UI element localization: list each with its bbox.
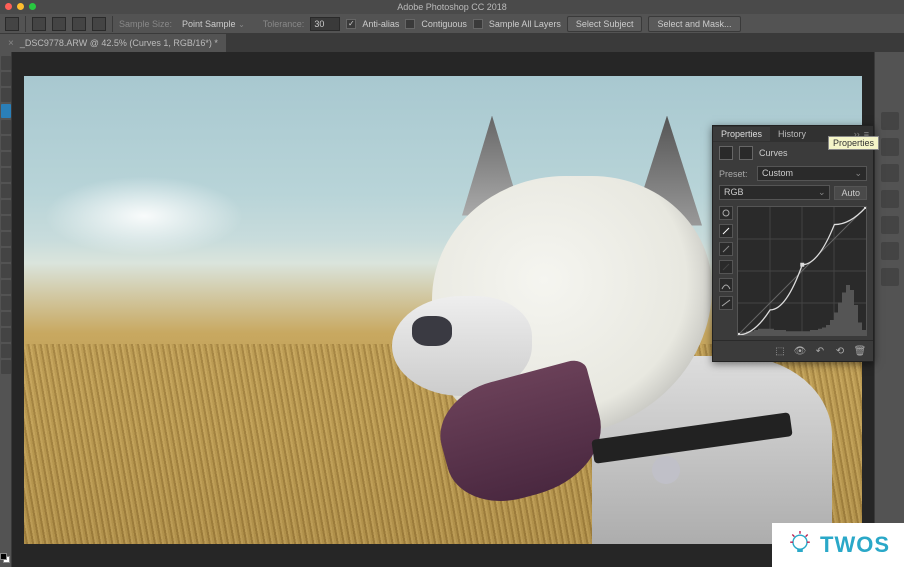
delete-adjustment-icon[interactable]: 🗑 [853, 345, 867, 357]
select-and-mask-button[interactable]: Select and Mask... [648, 16, 740, 32]
path-selection-tool-icon[interactable] [1, 312, 11, 326]
titlebar: Adobe Photoshop CC 2018 [0, 0, 904, 14]
curves-adjustment-icon[interactable] [719, 146, 733, 160]
magic-wand-tool-icon[interactable] [1, 104, 11, 118]
swatches-panel-icon[interactable] [881, 164, 899, 182]
white-point-eyedropper-icon[interactable] [719, 224, 733, 238]
app-title: Adobe Photoshop CC 2018 [397, 2, 507, 12]
move-tool-icon[interactable] [1, 56, 11, 70]
preset-select[interactable]: Custom⌄ [757, 166, 867, 181]
options-bar: Sample Size: Point Sample ⌄ Tolerance: ✓… [0, 14, 904, 34]
document-tab-bar: × _DSC9778.ARW @ 42.5% (Curves 1, RGB/16… [0, 34, 904, 52]
channel-select[interactable]: RGB⌄ [719, 185, 830, 200]
auto-button[interactable]: Auto [834, 186, 867, 200]
curves-body [713, 202, 873, 340]
color-panel-icon[interactable] [881, 138, 899, 156]
chevron-down-icon: ⌄ [238, 20, 245, 29]
channels-panel-icon[interactable] [881, 242, 899, 260]
adjustment-type-label: Curves [759, 148, 788, 158]
chevron-down-icon: ⌄ [818, 187, 826, 198]
tooltip: Properties [828, 136, 879, 150]
marquee-tool-icon[interactable] [1, 72, 11, 86]
antialias-label: Anti-alias [362, 19, 399, 29]
preset-row: Preset: Custom⌄ [713, 164, 873, 183]
tab-properties[interactable]: Properties [713, 127, 770, 141]
all-layers-label: Sample All Layers [489, 19, 561, 29]
sample-size-select[interactable]: Point Sample ⌄ [178, 18, 257, 30]
all-layers-checkbox[interactable] [473, 19, 483, 29]
zoom-tool-icon[interactable] [1, 360, 11, 374]
tools-panel [0, 52, 12, 567]
layers-panel-icon[interactable] [881, 216, 899, 234]
document-tab-title: _DSC9778.ARW @ 42.5% (Curves 1, RGB/16*)… [20, 38, 218, 48]
close-tab-icon[interactable]: × [8, 38, 14, 49]
preset-label: Preset: [719, 169, 753, 179]
select-subject-button[interactable]: Select Subject [567, 16, 643, 32]
pen-tool-icon[interactable] [1, 280, 11, 294]
curve-tools [719, 206, 733, 336]
chevron-down-icon: ⌄ [854, 168, 862, 179]
edit-points-icon[interactable] [719, 278, 733, 292]
maximize-window-icon[interactable] [29, 3, 36, 10]
contiguous-label: Contiguous [421, 19, 467, 29]
targeted-adjustment-icon[interactable] [719, 206, 733, 220]
color-swatches[interactable] [0, 553, 10, 563]
curves-line[interactable] [738, 207, 866, 335]
close-window-icon[interactable] [5, 3, 12, 10]
eraser-tool-icon[interactable] [1, 216, 11, 230]
magic-wand-tool-icon[interactable] [5, 17, 19, 31]
black-point-eyedropper-icon[interactable] [719, 260, 733, 274]
history-brush-tool-icon[interactable] [1, 200, 11, 214]
healing-brush-tool-icon[interactable] [1, 152, 11, 166]
tolerance-label: Tolerance: [263, 19, 305, 29]
history-panel-icon[interactable] [881, 112, 899, 130]
lasso-tool-icon[interactable] [1, 88, 11, 102]
window-controls [5, 3, 36, 10]
reset-adjustment-icon[interactable]: ⟲ [833, 345, 847, 357]
clone-stamp-tool-icon[interactable] [1, 184, 11, 198]
antialias-checkbox[interactable]: ✓ [346, 19, 356, 29]
right-panel-dock [874, 52, 904, 567]
toggle-visibility-icon[interactable]: 👁 [793, 345, 807, 357]
sample-size-label: Sample Size: [119, 19, 172, 29]
channel-row: RGB⌄ Auto [713, 183, 873, 202]
foreground-color-swatch[interactable] [0, 553, 7, 560]
separator [112, 16, 113, 32]
type-tool-icon[interactable] [1, 296, 11, 310]
hand-tool-icon[interactable] [1, 344, 11, 358]
view-previous-state-icon[interactable]: ↶ [813, 345, 827, 357]
tab-history[interactable]: History [770, 127, 814, 141]
panel-footer: ⬚ 👁 ↶ ⟲ 🗑 [713, 340, 873, 361]
document-tab[interactable]: × _DSC9778.ARW @ 42.5% (Curves 1, RGB/16… [0, 34, 226, 52]
selection-add-icon[interactable] [52, 17, 66, 31]
properties-panel[interactable]: Properties History ›› ≡ Properties Curve… [712, 125, 874, 362]
selection-subtract-icon[interactable] [72, 17, 86, 31]
paths-panel-icon[interactable] [881, 268, 899, 286]
blur-tool-icon[interactable] [1, 248, 11, 262]
crop-tool-icon[interactable] [1, 120, 11, 134]
watermark: TWOS [772, 523, 904, 567]
separator [25, 16, 26, 32]
lightbulb-icon [786, 531, 814, 559]
image-content [44, 176, 244, 256]
tolerance-input[interactable] [310, 17, 340, 31]
draw-curve-icon[interactable] [719, 296, 733, 310]
contiguous-checkbox[interactable] [405, 19, 415, 29]
selection-intersect-icon[interactable] [92, 17, 106, 31]
minimize-window-icon[interactable] [17, 3, 24, 10]
dodge-tool-icon[interactable] [1, 264, 11, 278]
adjustments-panel-icon[interactable] [881, 190, 899, 208]
curves-graph[interactable] [737, 206, 867, 336]
gradient-tool-icon[interactable] [1, 232, 11, 246]
brush-tool-icon[interactable] [1, 168, 11, 182]
layer-mask-icon[interactable] [739, 146, 753, 160]
eyedropper-tool-icon[interactable] [1, 136, 11, 150]
watermark-text: TWOS [820, 532, 890, 558]
selection-new-icon[interactable] [32, 17, 46, 31]
rectangle-tool-icon[interactable] [1, 328, 11, 342]
clip-to-layer-icon[interactable]: ⬚ [773, 345, 787, 357]
gray-point-eyedropper-icon[interactable] [719, 242, 733, 256]
